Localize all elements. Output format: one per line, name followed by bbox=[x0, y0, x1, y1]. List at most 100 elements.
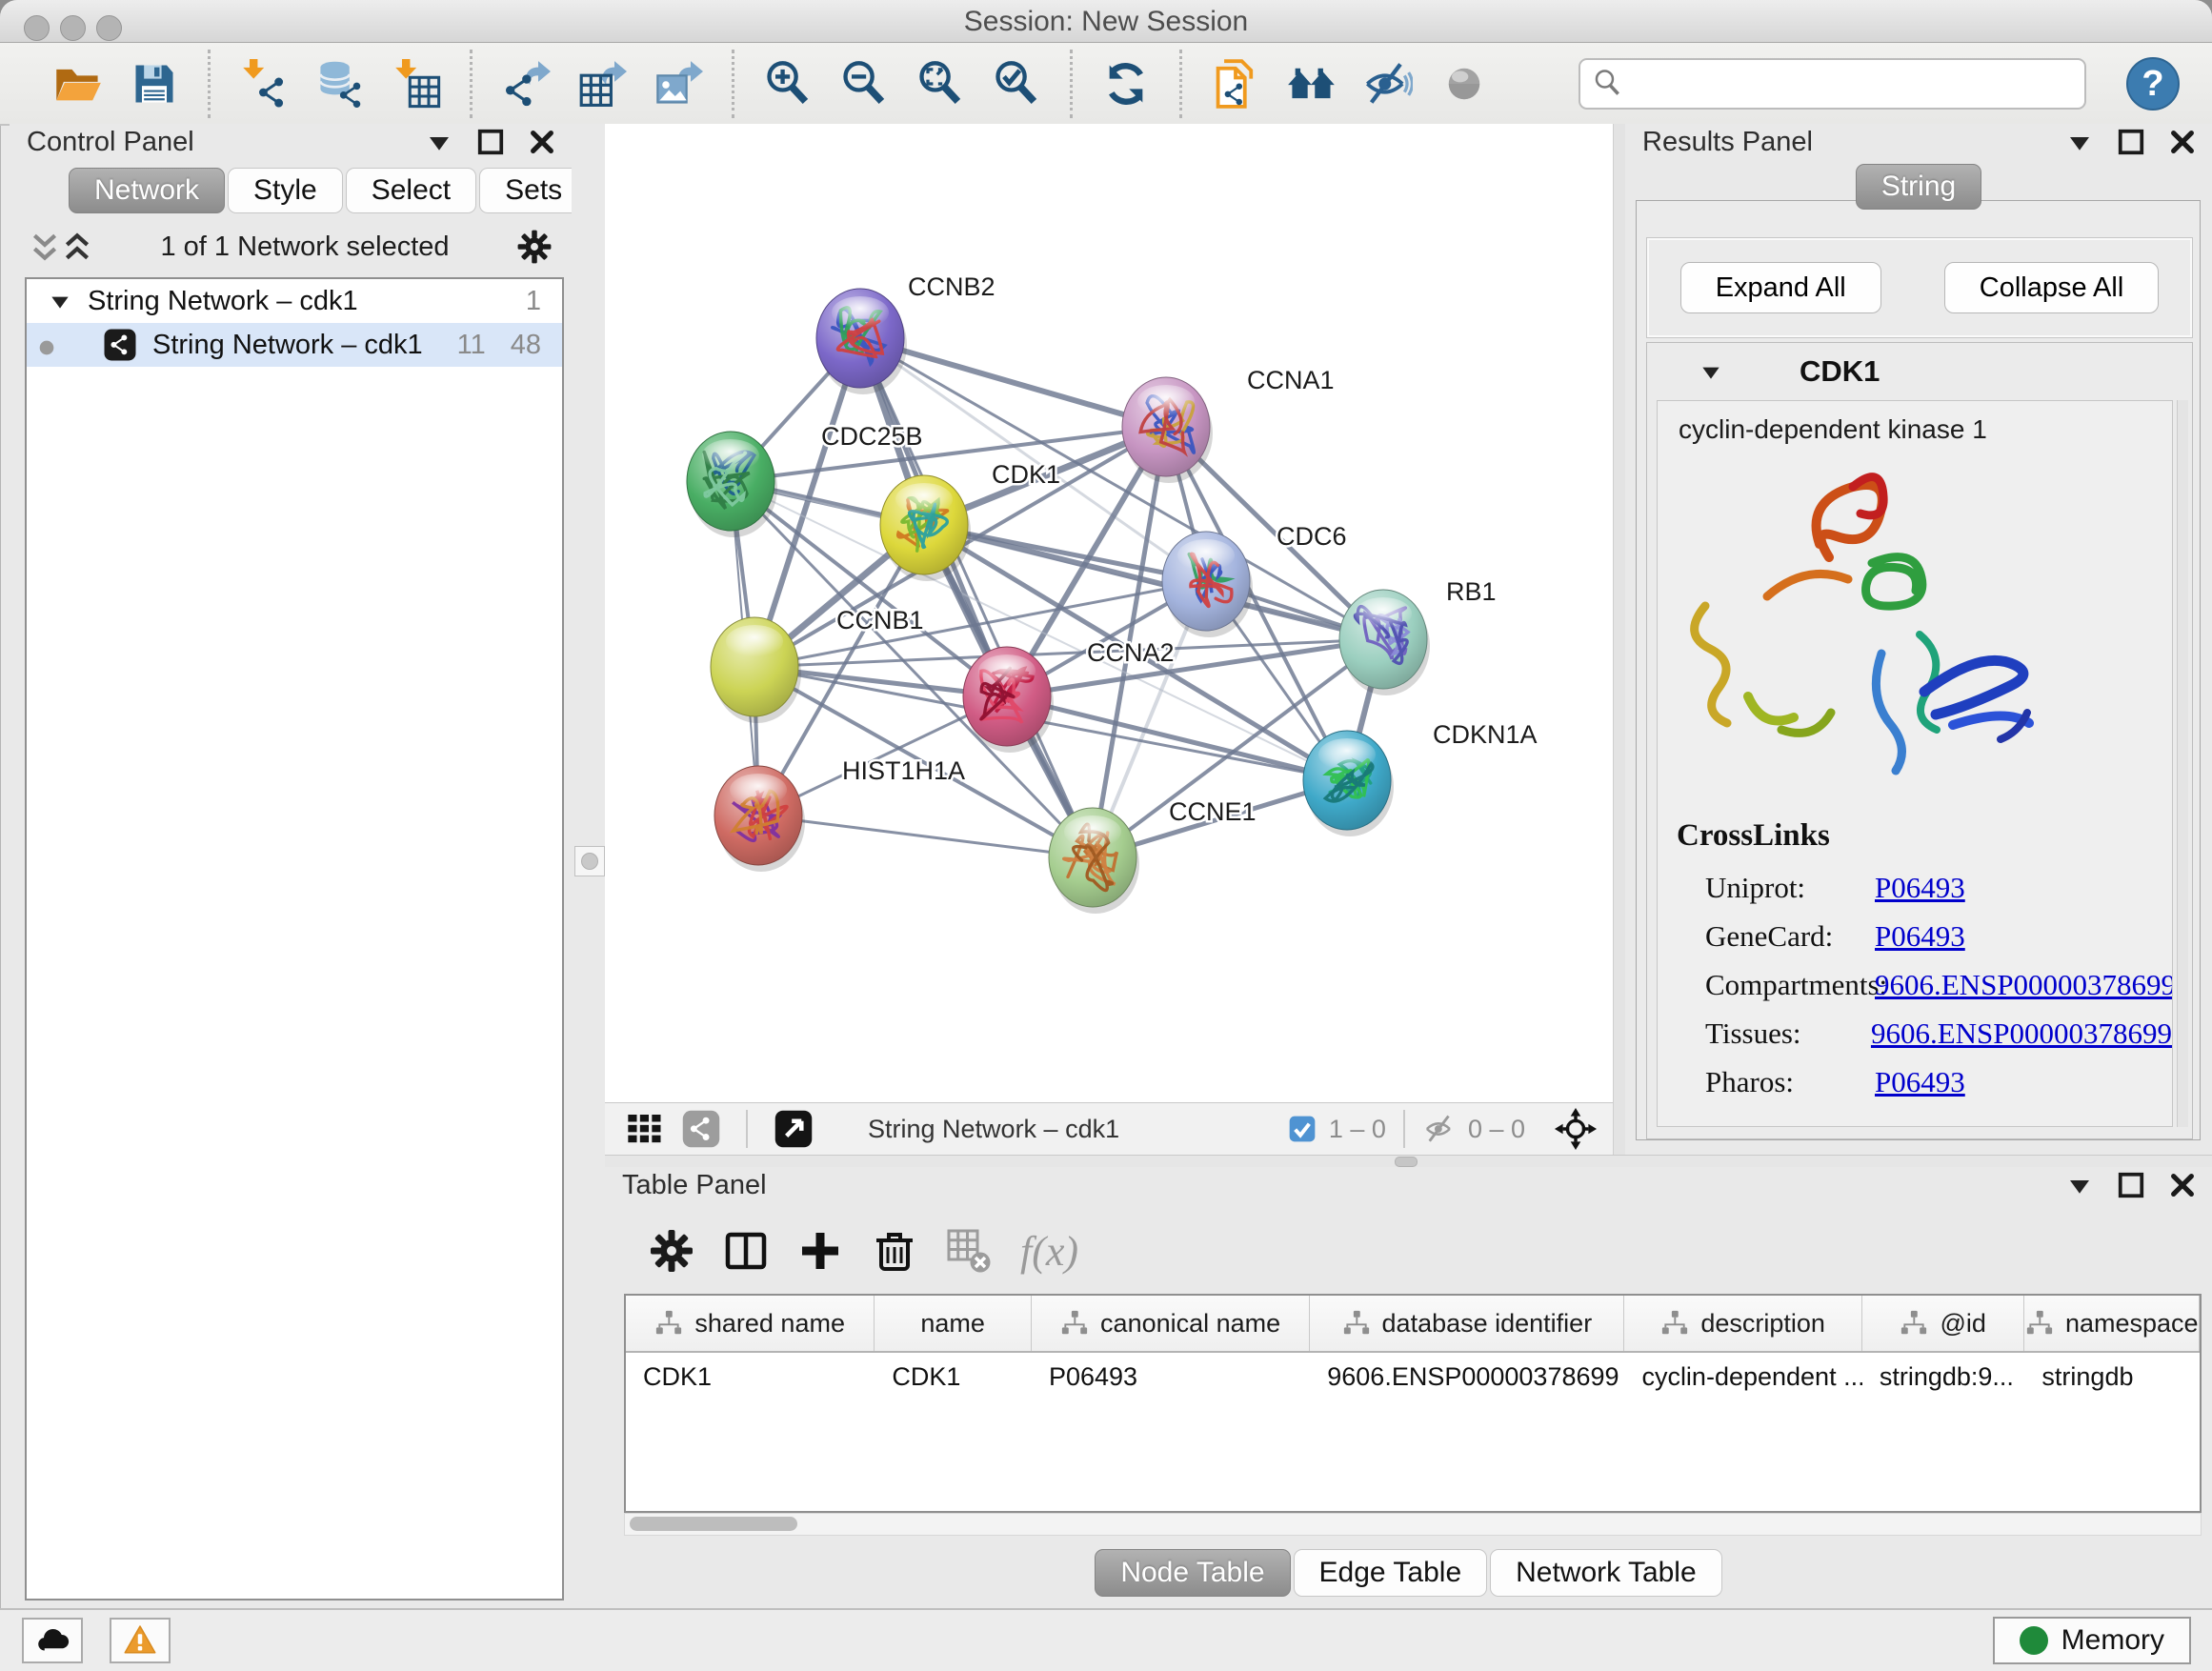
float-panel-icon[interactable] bbox=[476, 128, 505, 156]
close-panel-icon[interactable] bbox=[2168, 1171, 2197, 1199]
memory-label: Memory bbox=[2061, 1624, 2164, 1657]
network-node-cdc6[interactable] bbox=[1162, 532, 1253, 637]
network-node-cdk1[interactable] bbox=[880, 475, 971, 581]
table-cell[interactable]: cyclin-dependent ... bbox=[1624, 1353, 1861, 1400]
crosslink-link[interactable]: P06493 bbox=[1875, 919, 1965, 954]
float-panel-icon[interactable] bbox=[2117, 1171, 2145, 1199]
import-network-file-button[interactable] bbox=[237, 57, 291, 111]
results-scrollbar[interactable] bbox=[2177, 400, 2188, 1127]
show-columns-icon[interactable] bbox=[723, 1228, 769, 1274]
table-horizontal-scrollbar[interactable] bbox=[624, 1513, 2202, 1536]
panel-menu-icon[interactable] bbox=[2065, 128, 2094, 156]
table-options-gear-icon[interactable] bbox=[649, 1228, 694, 1274]
node-label: CCNA2 bbox=[1087, 638, 1175, 667]
table-cell[interactable]: P06493 bbox=[1032, 1353, 1310, 1400]
network-edge[interactable] bbox=[758, 815, 1093, 857]
network-row[interactable]: String Network – cdk1 11 48 bbox=[27, 323, 562, 367]
close-panel-icon[interactable] bbox=[528, 128, 556, 156]
network-node-ccnb1[interactable] bbox=[711, 617, 801, 723]
network-node-rb1[interactable] bbox=[1339, 590, 1430, 695]
column-header-database-identifier[interactable]: database identifier bbox=[1310, 1296, 1624, 1351]
left-splitter-handle[interactable] bbox=[574, 846, 605, 876]
expand-all-button[interactable]: Expand All bbox=[1680, 262, 1881, 313]
crosslink-link[interactable]: 9606.ENSP00000378699 bbox=[1871, 1017, 2172, 1051]
hidden-items-icon[interactable] bbox=[1422, 1113, 1458, 1145]
scrollbar-thumb[interactable] bbox=[630, 1517, 797, 1531]
column-header-canonical-name[interactable]: canonical name bbox=[1032, 1296, 1310, 1351]
table-cell[interactable]: 9606.ENSP00000378699 bbox=[1310, 1353, 1624, 1400]
refresh-network-button[interactable] bbox=[1099, 57, 1153, 111]
memory-button[interactable]: Memory bbox=[1993, 1617, 2191, 1664]
export-network-button[interactable] bbox=[499, 57, 553, 111]
network-node-ccne1[interactable] bbox=[1049, 808, 1139, 914]
import-table-file-button[interactable] bbox=[390, 57, 443, 111]
export-table-button[interactable] bbox=[575, 57, 629, 111]
show-graphics-button[interactable] bbox=[1438, 57, 1491, 111]
panel-menu-icon[interactable] bbox=[425, 128, 453, 156]
selected-nodes-checkbox-icon[interactable] bbox=[1287, 1114, 1317, 1144]
search-field[interactable] bbox=[1579, 58, 2086, 110]
control-tab-network[interactable]: Network bbox=[69, 168, 225, 213]
network-options-gear-icon[interactable] bbox=[516, 229, 553, 265]
column-header-shared-name[interactable]: shared name bbox=[626, 1296, 875, 1351]
tab-string[interactable]: String bbox=[1856, 164, 1981, 210]
table-cell[interactable]: CDK1 bbox=[626, 1353, 875, 1400]
search-input[interactable] bbox=[1632, 68, 2073, 100]
column-header--id[interactable]: @id bbox=[1862, 1296, 2025, 1351]
table-row[interactable]: CDK1CDK1P064939606.ENSP00000378699cyclin… bbox=[626, 1353, 2200, 1400]
crosslink-link[interactable]: 9606.ENSP00000378699 bbox=[1875, 968, 2173, 1002]
open-session-button[interactable] bbox=[51, 57, 105, 111]
cloud-status-button[interactable] bbox=[22, 1618, 83, 1663]
grid-view-icon[interactable] bbox=[620, 1110, 668, 1148]
collapse-all-button[interactable]: Collapse All bbox=[1944, 262, 2160, 313]
float-panel-icon[interactable] bbox=[2117, 128, 2145, 156]
network-collection-row[interactable]: String Network – cdk1 1 bbox=[27, 279, 562, 323]
column-header-description[interactable]: description bbox=[1624, 1296, 1861, 1351]
network-overview-icon[interactable] bbox=[681, 1109, 721, 1149]
zoom-in-button[interactable] bbox=[761, 57, 814, 111]
delete-column-icon[interactable] bbox=[872, 1228, 917, 1274]
section-collapse-icon[interactable] bbox=[1697, 359, 1725, 384]
help-button[interactable]: ? bbox=[2126, 57, 2180, 111]
string-import-button[interactable] bbox=[1209, 57, 1262, 111]
birds-eye-view-icon[interactable] bbox=[773, 1108, 814, 1150]
table-cell[interactable]: CDK1 bbox=[875, 1353, 1032, 1400]
table-cell[interactable]: stringdb:9... bbox=[1862, 1353, 2025, 1400]
expand-all-networks-icon[interactable] bbox=[61, 230, 93, 264]
control-tab-select[interactable]: Select bbox=[346, 168, 476, 213]
table-cell[interactable]: stringdb bbox=[2024, 1353, 2200, 1400]
first-neighbors-button[interactable] bbox=[1285, 57, 1338, 111]
crosslink-link[interactable]: P06493 bbox=[1875, 1065, 1965, 1099]
crosslink-link[interactable]: P06493 bbox=[1875, 871, 1965, 905]
network-node-ccna1[interactable] bbox=[1122, 377, 1213, 483]
column-header-namespace[interactable]: namespace bbox=[2024, 1296, 2200, 1351]
network-canvas[interactable]: CCNB2CCNA1CDC25BCDK1CDC6RB1CCNB1CCNA2CDK… bbox=[605, 124, 1613, 1103]
horizontal-splitter-handle[interactable] bbox=[1395, 1157, 1418, 1167]
control-tab-style[interactable]: Style bbox=[228, 168, 343, 213]
close-panel-icon[interactable] bbox=[2168, 128, 2197, 156]
protein-section-header[interactable]: CDK1 bbox=[1647, 343, 2192, 400]
table-tab-network-table[interactable]: Network Table bbox=[1490, 1549, 1722, 1597]
fit-selected-crosshair-icon[interactable] bbox=[1554, 1107, 1598, 1151]
table-tab-node-table[interactable]: Node Table bbox=[1095, 1549, 1290, 1597]
zoom-fit-button[interactable] bbox=[914, 57, 967, 111]
column-header-name[interactable]: name bbox=[875, 1296, 1032, 1351]
zoom-out-button[interactable] bbox=[837, 57, 891, 111]
network-node-cdkn1a[interactable] bbox=[1303, 731, 1394, 836]
hide-selected-button[interactable] bbox=[1361, 57, 1415, 111]
collapse-all-networks-icon[interactable] bbox=[29, 230, 61, 264]
network-node-ccnb2[interactable] bbox=[816, 289, 907, 394]
save-session-button[interactable] bbox=[128, 57, 181, 111]
zoom-selected-button[interactable] bbox=[990, 57, 1043, 111]
protein-structure-image bbox=[1677, 453, 2058, 806]
network-node-hist1h1a[interactable] bbox=[714, 766, 805, 872]
export-image-button[interactable] bbox=[652, 57, 705, 111]
create-column-icon[interactable] bbox=[797, 1228, 843, 1274]
column-label: description bbox=[1700, 1309, 1825, 1339]
import-network-database-button[interactable] bbox=[313, 57, 367, 111]
panel-menu-icon[interactable] bbox=[2065, 1171, 2094, 1199]
table-tab-edge-table[interactable]: Edge Table bbox=[1294, 1549, 1488, 1597]
node-label: CDC25B bbox=[821, 422, 923, 451]
warnings-button[interactable] bbox=[110, 1618, 171, 1663]
collection-expand-icon[interactable] bbox=[48, 289, 72, 313]
